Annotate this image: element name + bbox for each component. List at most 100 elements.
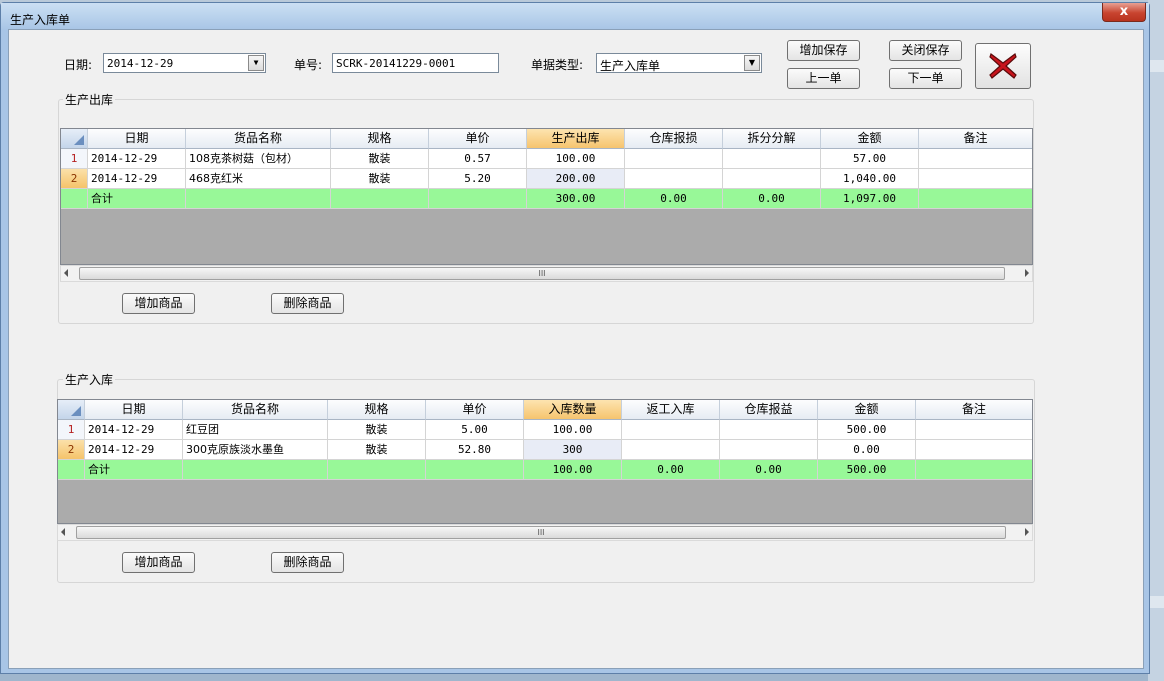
table-cell[interactable] bbox=[625, 169, 723, 189]
table-cell[interactable]: 500.00 bbox=[818, 420, 916, 440]
column-header[interactable]: 返工入库 bbox=[622, 400, 720, 420]
production-output-grid[interactable]: 日期 货品名称 规格 单价 生产出库 仓库报损 拆分分解 金额 备注 1 2014-12-29 108… bbox=[60, 128, 1033, 265]
column-header[interactable]: 入库数量 bbox=[524, 400, 622, 420]
table-cell[interactable]: 2014-12-29 bbox=[85, 420, 183, 440]
table-cell[interactable]: 200.00 bbox=[527, 169, 625, 189]
cancel-button[interactable] bbox=[975, 43, 1031, 89]
column-header[interactable]: 货品名称 bbox=[183, 400, 328, 420]
chevron-down-icon[interactable]: ▼ bbox=[744, 55, 760, 71]
table-cell[interactable] bbox=[916, 420, 1032, 440]
row-number[interactable]: 2 bbox=[61, 169, 88, 189]
output-horizontal-scrollbar[interactable]: III bbox=[60, 265, 1033, 282]
production-output-title: 生产出库 bbox=[63, 91, 116, 108]
table-cell[interactable] bbox=[622, 440, 720, 460]
scroll-left-arrow-icon[interactable] bbox=[64, 269, 68, 277]
add-product-button-output[interactable]: 增加商品 bbox=[122, 293, 195, 314]
table-cell[interactable]: 100.00 bbox=[527, 149, 625, 169]
table-cell[interactable] bbox=[916, 440, 1032, 460]
delete-product-button-output[interactable]: 删除商品 bbox=[271, 293, 344, 314]
table-cell[interactable]: 108克茶树菇（包材） bbox=[186, 149, 331, 169]
total-cell bbox=[331, 189, 429, 209]
row-number[interactable]: 1 bbox=[61, 149, 88, 169]
input-horizontal-scrollbar[interactable]: III bbox=[57, 524, 1033, 541]
column-header[interactable]: 仓库报损 bbox=[625, 129, 723, 149]
column-header[interactable]: 日期 bbox=[85, 400, 183, 420]
row-number[interactable]: 2 bbox=[58, 440, 85, 460]
document-type-select[interactable]: 生产入库单 ▼ bbox=[596, 53, 762, 73]
close-save-button[interactable]: 关闭保存 bbox=[889, 40, 962, 61]
scroll-right-arrow-icon[interactable] bbox=[1025, 528, 1029, 536]
column-header[interactable]: 仓库报益 bbox=[720, 400, 818, 420]
table-cell[interactable]: 2014-12-29 bbox=[88, 169, 186, 189]
total-cell: 100.00 bbox=[524, 460, 622, 480]
date-picker[interactable]: 2014-12-29 ▼ bbox=[103, 53, 266, 73]
background-strip bbox=[1148, 596, 1164, 608]
table-cell[interactable]: 0.00 bbox=[818, 440, 916, 460]
title-bar[interactable]: 生产入库单 x bbox=[1, 3, 1149, 29]
total-cell: 0.00 bbox=[723, 189, 821, 209]
total-cell: 1,097.00 bbox=[821, 189, 919, 209]
previous-record-button[interactable]: 上一单 bbox=[787, 68, 860, 89]
chevron-down-icon[interactable]: ▼ bbox=[248, 55, 264, 71]
select-all-corner-icon[interactable] bbox=[58, 400, 85, 420]
table-cell[interactable]: 52.80 bbox=[426, 440, 524, 460]
red-x-icon bbox=[989, 53, 1017, 79]
window-close-button[interactable]: x bbox=[1102, 3, 1146, 22]
document-number-field[interactable]: SCRK-20141229-0001 bbox=[332, 53, 499, 73]
scroll-thumb[interactable]: III bbox=[76, 526, 1006, 539]
table-cell[interactable] bbox=[625, 149, 723, 169]
table-cell[interactable] bbox=[919, 169, 1032, 189]
table-cell[interactable]: 红豆团 bbox=[183, 420, 328, 440]
column-header[interactable]: 金额 bbox=[818, 400, 916, 420]
column-header[interactable]: 金额 bbox=[821, 129, 919, 149]
table-cell[interactable]: 0.57 bbox=[429, 149, 527, 169]
add-save-button[interactable]: 增加保存 bbox=[787, 40, 860, 61]
table-cell[interactable]: 100.00 bbox=[524, 420, 622, 440]
add-product-button-input[interactable]: 增加商品 bbox=[122, 552, 195, 573]
column-header[interactable]: 规格 bbox=[328, 400, 426, 420]
row-number[interactable]: 1 bbox=[58, 420, 85, 440]
total-cell bbox=[919, 189, 1032, 209]
total-cell bbox=[186, 189, 331, 209]
column-header[interactable]: 生产出库 bbox=[527, 129, 625, 149]
table-cell[interactable] bbox=[723, 149, 821, 169]
scroll-right-arrow-icon[interactable] bbox=[1025, 269, 1029, 277]
table-cell[interactable] bbox=[720, 440, 818, 460]
column-header[interactable]: 规格 bbox=[331, 129, 429, 149]
table-cell[interactable]: 散装 bbox=[328, 420, 426, 440]
column-header[interactable]: 拆分分解 bbox=[723, 129, 821, 149]
table-cell[interactable] bbox=[723, 169, 821, 189]
table-cell[interactable]: 2014-12-29 bbox=[88, 149, 186, 169]
table-cell[interactable]: 57.00 bbox=[821, 149, 919, 169]
column-header[interactable]: 备注 bbox=[916, 400, 1032, 420]
table-cell[interactable]: 5.00 bbox=[426, 420, 524, 440]
column-header[interactable]: 单价 bbox=[426, 400, 524, 420]
column-header[interactable]: 日期 bbox=[88, 129, 186, 149]
table-cell[interactable]: 散装 bbox=[331, 149, 429, 169]
column-header[interactable]: 备注 bbox=[919, 129, 1032, 149]
production-input-grid[interactable]: 日期 货品名称 规格 单价 入库数量 返工入库 仓库报益 金额 备注 1 2014-12-29 红豆团… bbox=[57, 399, 1033, 524]
table-cell[interactable] bbox=[622, 420, 720, 440]
scroll-left-arrow-icon[interactable] bbox=[61, 528, 65, 536]
total-cell bbox=[429, 189, 527, 209]
total-cell: 0.00 bbox=[625, 189, 723, 209]
next-record-button[interactable]: 下一单 bbox=[889, 68, 962, 89]
total-cell bbox=[183, 460, 328, 480]
table-cell[interactable]: 散装 bbox=[331, 169, 429, 189]
table-cell[interactable]: 300 bbox=[524, 440, 622, 460]
table-cell[interactable] bbox=[919, 149, 1032, 169]
table-cell[interactable] bbox=[720, 420, 818, 440]
table-cell[interactable]: 散装 bbox=[328, 440, 426, 460]
total-cell bbox=[426, 460, 524, 480]
table-cell[interactable]: 2014-12-29 bbox=[85, 440, 183, 460]
table-cell[interactable]: 5.20 bbox=[429, 169, 527, 189]
table-cell[interactable]: 468克红米 bbox=[186, 169, 331, 189]
table-cell[interactable]: 300克原族淡水墨鱼 bbox=[183, 440, 328, 460]
column-header[interactable]: 单价 bbox=[429, 129, 527, 149]
delete-product-button-input[interactable]: 删除商品 bbox=[271, 552, 344, 573]
total-cell: 0.00 bbox=[622, 460, 720, 480]
table-cell[interactable]: 1,040.00 bbox=[821, 169, 919, 189]
scroll-thumb[interactable]: III bbox=[79, 267, 1005, 280]
column-header[interactable]: 货品名称 bbox=[186, 129, 331, 149]
select-all-corner-icon[interactable] bbox=[61, 129, 88, 149]
